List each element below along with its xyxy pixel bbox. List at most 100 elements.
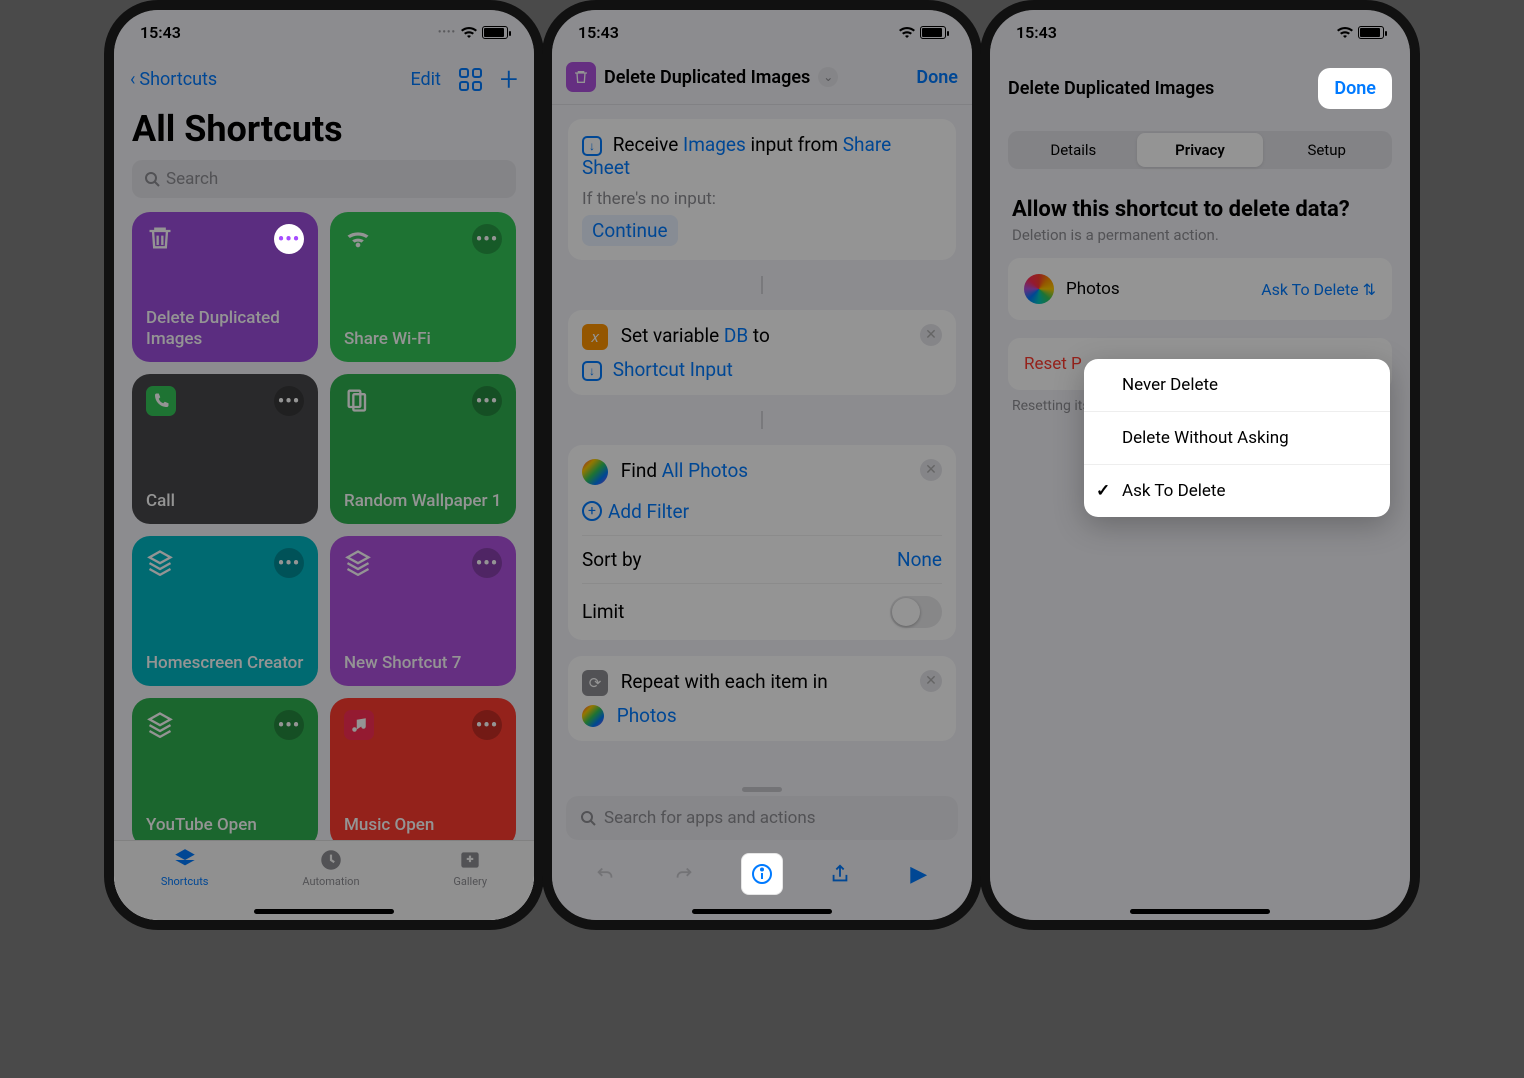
photos-app-icon [1024, 274, 1054, 304]
music-icon [344, 710, 374, 740]
chevron-left-icon: ‹ [130, 69, 135, 90]
set-variable-card[interactable]: ✕ 𝑥 Set variable DB to ↓ Shortcut Input [568, 310, 956, 395]
phone-icon [146, 386, 176, 416]
redo-button[interactable] [663, 853, 705, 895]
stack-icon [146, 548, 174, 576]
more-button[interactable]: ••• [274, 548, 304, 578]
status-time: 15:43 [1016, 23, 1057, 42]
option-ask-to-delete[interactable]: Ask To Delete [1084, 465, 1390, 517]
tab-details[interactable]: Details [1010, 133, 1137, 167]
home-indicator[interactable] [692, 909, 832, 914]
option-delete-without-asking[interactable]: Delete Without Asking [1084, 412, 1390, 465]
screen-shortcut-editor: 15:43 Delete Duplicated Images ⌄ Done ↓ … [552, 10, 972, 920]
shortcut-app-icon [566, 62, 596, 92]
trash-icon [146, 224, 174, 252]
updown-arrows-icon: ⇅ [1363, 280, 1376, 299]
input-icon: ↓ [582, 136, 602, 156]
remove-action-button[interactable]: ✕ [920, 324, 942, 346]
continue-pill[interactable]: Continue [582, 215, 678, 246]
chevron-down-icon[interactable]: ⌄ [818, 67, 838, 87]
done-button[interactable]: Done [1318, 68, 1392, 109]
plus-circle-icon: + [582, 501, 602, 521]
status-bar: 15:43 [990, 10, 1410, 54]
editor-body: ↓ Receive Images input from Share Sheet … [552, 105, 972, 755]
wifi-icon [460, 26, 478, 39]
grid-view-icon[interactable] [459, 68, 482, 91]
photos-permission-row[interactable]: Photos Ask To Delete ⇅ [1008, 258, 1392, 320]
section-heading: Allow this shortcut to delete data? [990, 169, 1410, 226]
segmented-control: Details Privacy Setup [1008, 131, 1392, 169]
option-never-delete[interactable]: Never Delete [1084, 359, 1390, 412]
tile-music-open[interactable]: ••• Music Open [330, 698, 516, 848]
info-button[interactable] [741, 853, 783, 895]
tile-youtube-open[interactable]: ••• YouTube Open [132, 698, 318, 848]
tab-shortcuts[interactable]: Shortcuts [161, 847, 209, 920]
repeat-icon: ⟳ [582, 670, 608, 696]
battery-icon [920, 26, 946, 39]
add-shortcut-button[interactable]: + [500, 60, 518, 98]
tab-bar: Shortcuts Automation Gallery [114, 840, 534, 920]
status-bar: 15:43 •••• [114, 10, 534, 54]
shortcuts-grid: ••• Delete Duplicated Images ••• Share W… [114, 212, 534, 848]
more-button[interactable]: ••• [274, 224, 304, 254]
page-title: All Shortcuts [114, 104, 534, 160]
tile-call[interactable]: ••• Call [132, 374, 318, 524]
tile-homescreen-creator[interactable]: ••• Homescreen Creator [132, 536, 318, 686]
receive-action-card[interactable]: ↓ Receive Images input from Share Sheet … [568, 119, 956, 260]
more-button[interactable]: ••• [472, 548, 502, 578]
more-button[interactable]: ••• [472, 710, 502, 740]
variable-icon: 𝑥 [582, 324, 608, 350]
search-icon [580, 810, 596, 826]
home-indicator[interactable] [254, 909, 394, 914]
search-icon [144, 171, 160, 187]
battery-icon [482, 26, 508, 39]
editor-header: Delete Duplicated Images ⌄ Done [552, 54, 972, 105]
tile-random-wallpaper[interactable]: ••• Random Wallpaper 1 [330, 374, 516, 524]
tab-gallery[interactable]: Gallery [453, 847, 487, 920]
shortcut-title[interactable]: Delete Duplicated Images [604, 67, 810, 88]
status-time: 15:43 [578, 23, 619, 42]
tab-privacy[interactable]: Privacy [1137, 133, 1264, 167]
input-ref-icon: ↓ [582, 361, 602, 381]
tile-delete-duplicated-images[interactable]: ••• Delete Duplicated Images [132, 212, 318, 362]
tab-setup[interactable]: Setup [1263, 133, 1390, 167]
limit-row: Limit [582, 583, 942, 640]
share-button[interactable] [819, 853, 861, 895]
limit-toggle[interactable] [890, 596, 942, 628]
repeat-card[interactable]: ✕ ⟳ Repeat with each item in Photos [568, 656, 956, 742]
wifi-icon [898, 26, 916, 39]
remove-action-button[interactable]: ✕ [920, 670, 942, 692]
settings-title: Delete Duplicated Images [1008, 78, 1214, 99]
search-field[interactable]: Search [132, 160, 516, 198]
permission-options-popup: Never Delete Delete Without Asking Ask T… [1084, 359, 1390, 517]
action-search[interactable]: Search for apps and actions [566, 796, 958, 840]
edit-button[interactable]: Edit [410, 69, 440, 90]
automation-icon [317, 847, 345, 873]
permission-value[interactable]: Ask To Delete ⇅ [1261, 280, 1376, 299]
more-button[interactable]: ••• [274, 710, 304, 740]
photos-icon [582, 705, 604, 727]
nav-bar: ‹ Shortcuts Edit + [114, 54, 534, 104]
cell-dots-icon: •••• [438, 27, 456, 38]
sort-by-row[interactable]: Sort by None [582, 535, 942, 583]
shortcuts-icon [171, 847, 199, 873]
tile-new-shortcut-7[interactable]: ••• New Shortcut 7 [330, 536, 516, 686]
play-button[interactable]: ▶ [898, 853, 940, 895]
more-button[interactable]: ••• [274, 386, 304, 416]
home-indicator[interactable] [1130, 909, 1270, 914]
find-photos-card[interactable]: ✕ Find All Photos + Add Filter Sort by N… [568, 445, 956, 640]
status-bar: 15:43 [552, 10, 972, 54]
drag-handle[interactable] [742, 787, 782, 792]
add-filter-button[interactable]: + Add Filter [582, 500, 689, 523]
back-button[interactable]: ‹ Shortcuts [130, 69, 217, 90]
screen-privacy-settings: 15:43 Delete Duplicated Images Done Deta… [990, 10, 1410, 920]
connector [568, 411, 956, 429]
more-button[interactable]: ••• [472, 224, 502, 254]
photos-icon [582, 459, 608, 485]
connector [568, 276, 956, 294]
done-button[interactable]: Done [916, 67, 958, 88]
tile-share-wifi[interactable]: ••• Share Wi-Fi [330, 212, 516, 362]
more-button[interactable]: ••• [472, 386, 502, 416]
undo-button[interactable] [584, 853, 626, 895]
remove-action-button[interactable]: ✕ [920, 459, 942, 481]
